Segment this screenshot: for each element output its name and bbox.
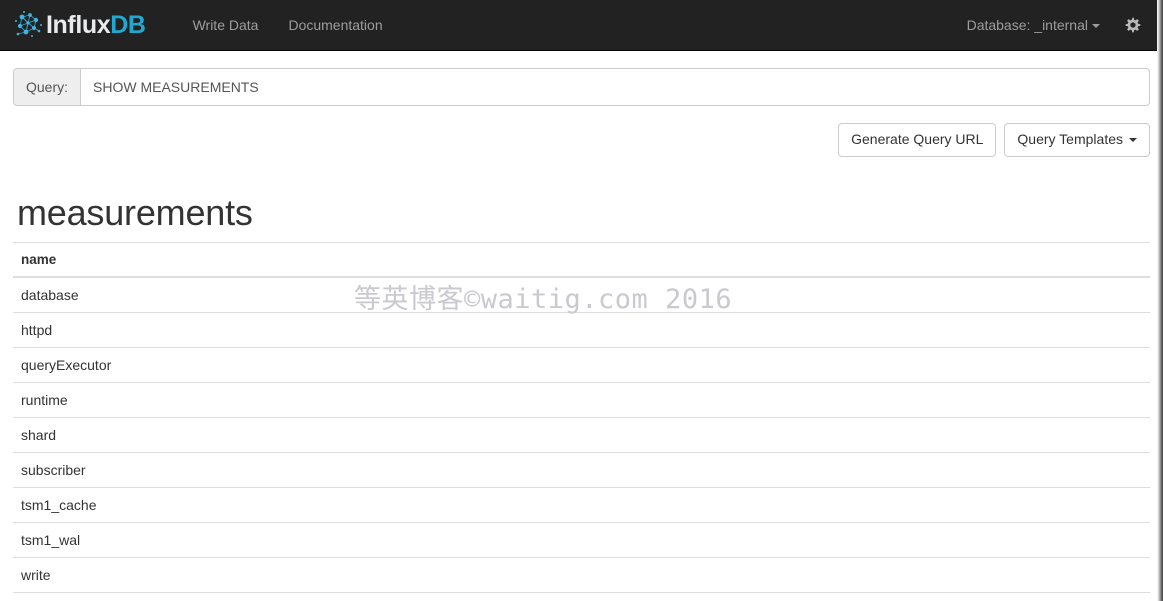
brand-name-influx: Influx [46, 10, 111, 39]
database-selector-label: Database: _internal [966, 17, 1088, 33]
query-templates-label: Query Templates [1017, 131, 1123, 148]
generate-query-url-button[interactable]: Generate Query URL [838, 123, 997, 157]
table-row: tsm1_wal [13, 521, 1150, 558]
top-navbar: InfluxDB Write Data Documentation Databa… [0, 0, 1163, 51]
table-head: name [13, 241, 1150, 278]
results-section: measurements name database httpd queryExec… [13, 157, 1150, 593]
query-input[interactable] [80, 68, 1150, 106]
table-row: subscriber [13, 451, 1150, 488]
table-cell-name: queryExecutor [13, 346, 1150, 383]
table-cell-name: tsm1_wal [13, 521, 1150, 558]
page-title: measurements [17, 192, 253, 233]
table-row: queryExecutor [13, 346, 1150, 383]
table-cell-name: runtime [13, 381, 1150, 418]
query-row: Query: [13, 51, 1150, 106]
influxdb-molecule-icon [14, 10, 44, 40]
table-cell-name: tsm1_cache [13, 486, 1150, 523]
table-row: database [13, 276, 1150, 313]
query-templates-dropdown-button[interactable]: Query Templates [1004, 123, 1150, 157]
query-input-group: Query: [13, 68, 1150, 106]
nav-link-write-data[interactable]: Write Data [178, 0, 274, 50]
measurements-table: name database httpd queryExecutor runtime sh… [13, 241, 1150, 593]
table-row: shard [13, 416, 1150, 453]
main-container: Query: Generate Query URL Query Template… [0, 51, 1163, 593]
gear-icon [1124, 17, 1141, 34]
query-label: Query: [13, 68, 81, 106]
nav-link-documentation[interactable]: Documentation [273, 0, 397, 50]
primary-nav: Write Data Documentation [178, 0, 398, 50]
chevron-down-icon [1129, 138, 1137, 143]
table-cell-name: write [13, 556, 1150, 593]
table-header-row: name [13, 241, 1150, 278]
table-cell-name: database [13, 276, 1150, 313]
database-selector-dropdown[interactable]: Database: _internal [952, 0, 1115, 50]
table-cell-name: shard [13, 416, 1150, 453]
table-row: write [13, 556, 1150, 593]
table-row: tsm1_cache [13, 486, 1150, 523]
query-actions-row: Generate Query URL Query Templates [13, 106, 1150, 157]
table-cell-name: httpd [13, 311, 1150, 348]
table-cell-name: subscriber [13, 451, 1150, 488]
table-row: httpd [13, 311, 1150, 348]
table-row: runtime [13, 381, 1150, 418]
table-body: database httpd queryExecutor runtime shard su… [13, 276, 1150, 593]
chevron-down-icon [1092, 24, 1100, 29]
navbar-right-group: Database: _internal [952, 0, 1149, 50]
settings-gear-button[interactable] [1115, 0, 1149, 50]
brand-name-db: DB [110, 10, 146, 39]
column-header-name: name [13, 241, 1150, 278]
influxdb-logo[interactable]: InfluxDB [8, 0, 152, 50]
